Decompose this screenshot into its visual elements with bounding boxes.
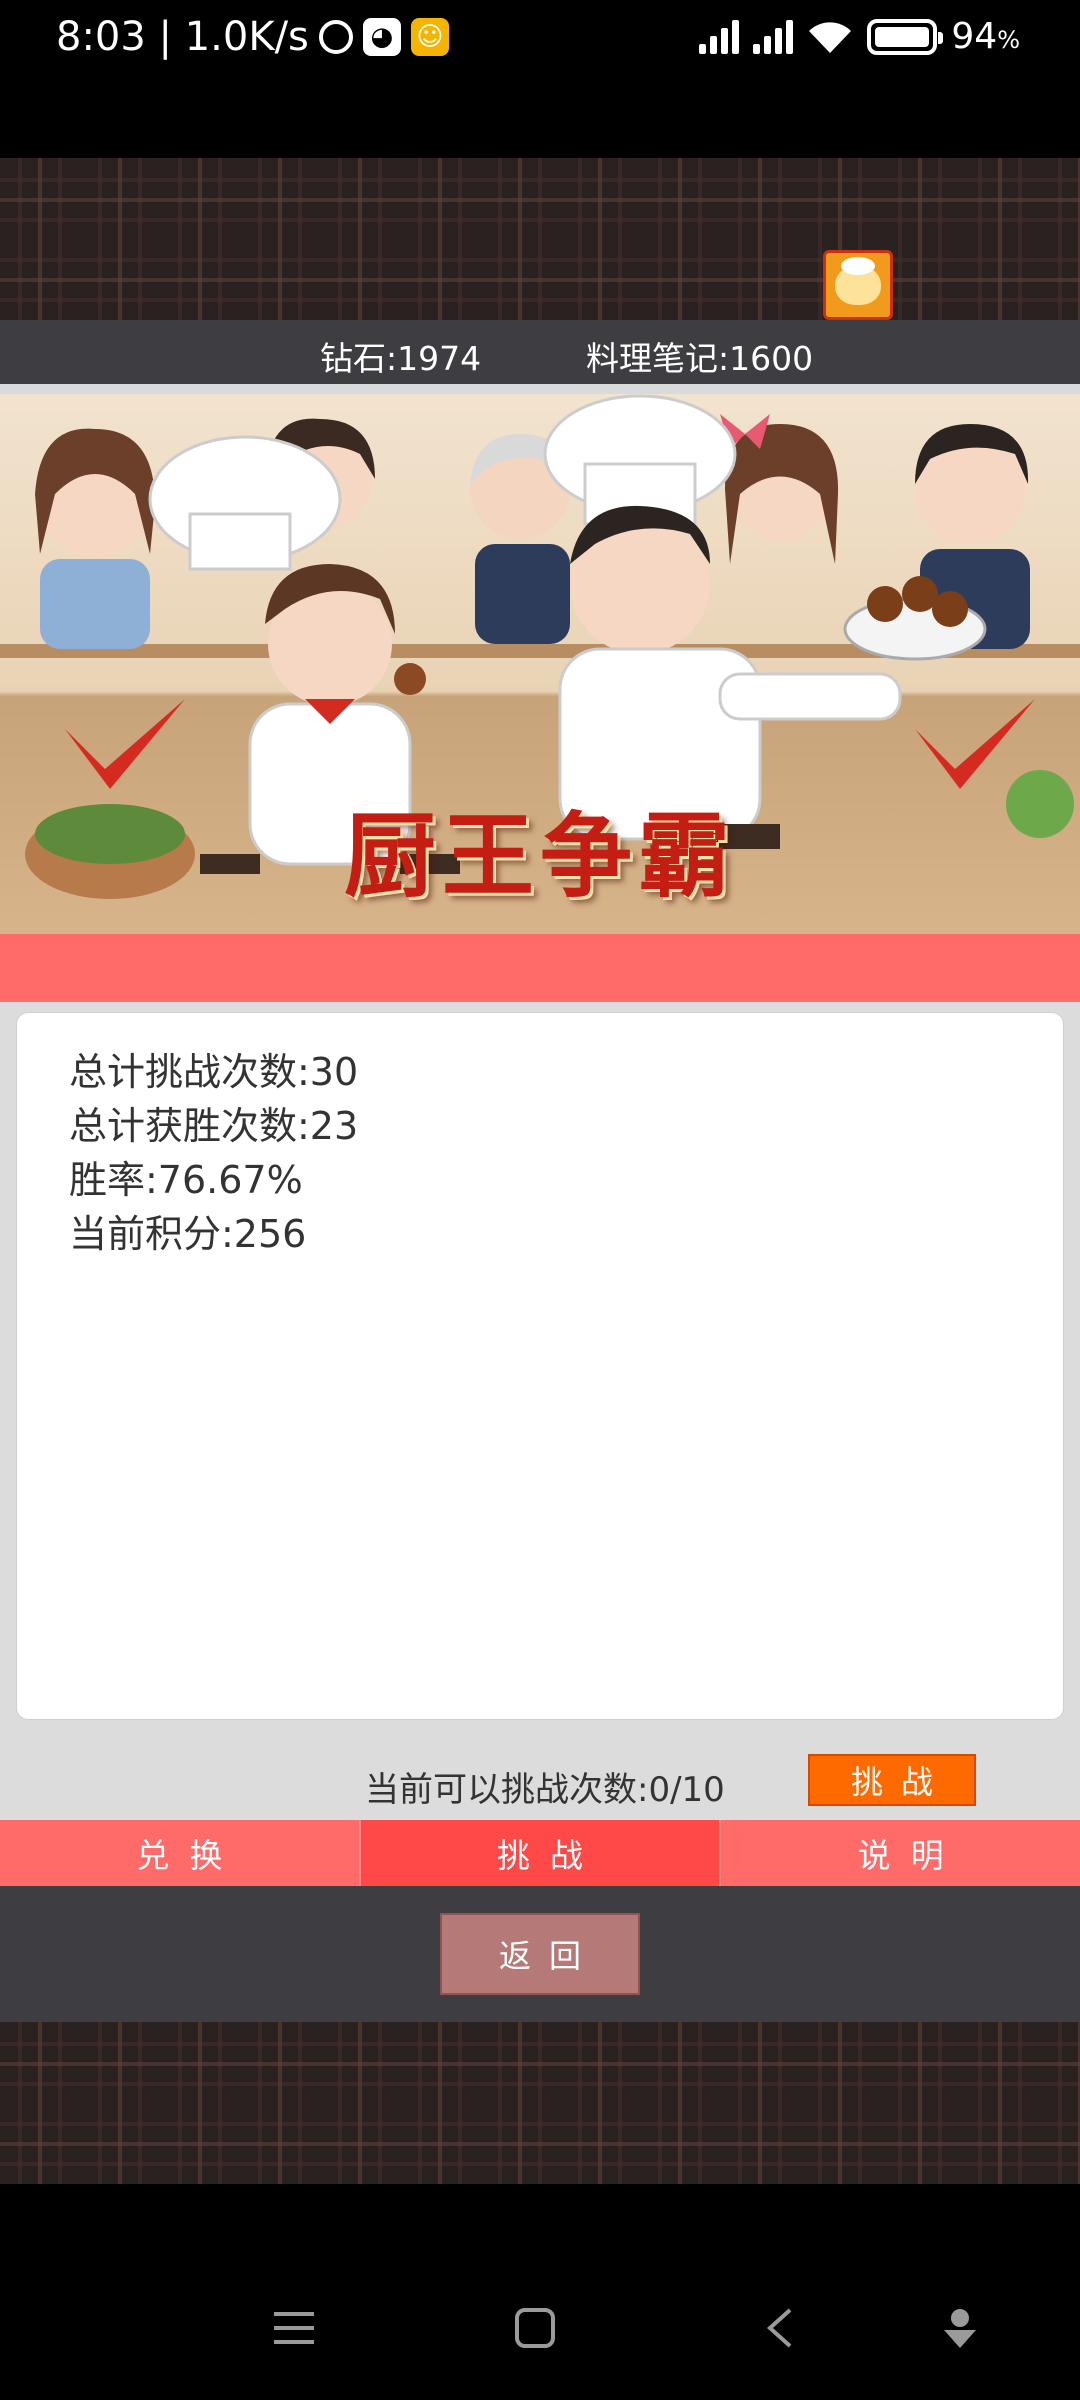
banner-image: 厨王争霸 [0, 394, 1080, 934]
tab-exchange[interactable]: 兑换 [0, 1820, 361, 1886]
stats-card: 总计挑战次数:30 总计获胜次数:23 胜率:76.67% 当前积分:256 [16, 1012, 1064, 1720]
cooking-notes-count: 料理笔记:1600 [586, 339, 814, 378]
banner-title: 厨王争霸 [343, 802, 736, 910]
signal-icon [699, 19, 740, 54]
tab-bar: 兑换 挑战 说明 [0, 1820, 1080, 1886]
diamond-count: 钻石:1974 [320, 339, 482, 378]
footer-pattern [0, 2022, 1080, 2184]
status-bar: 8:03 | 1.0K/s ◕ ☺ 94% [0, 0, 1080, 90]
back-icon[interactable] [750, 2298, 810, 2358]
currency-bar: 钻石:1974 料理笔记:1600 [0, 320, 1080, 384]
assistant-icon[interactable] [930, 2298, 990, 2358]
red-divider [0, 934, 1080, 1002]
back-area: 返回 [0, 1886, 1080, 2022]
rice-bowl-icon[interactable] [823, 250, 893, 320]
status-time: 8:03 | 1.0K/s [56, 14, 309, 60]
content-area: 总计挑战次数:30 总计获胜次数:23 胜率:76.67% 当前积分:256 当… [0, 1002, 1080, 1820]
alarm-icon [318, 20, 353, 54]
tab-instructions[interactable]: 说明 [721, 1820, 1080, 1886]
menu-icon[interactable] [264, 2298, 324, 2358]
qq-icon: ◕ [362, 18, 401, 56]
back-button[interactable]: 返回 [440, 1913, 640, 1995]
battery-icon [867, 18, 944, 55]
total-wins: 总计获胜次数:23 [69, 1104, 359, 1148]
signal-icon [753, 19, 794, 54]
wifi-icon [807, 19, 853, 55]
challenge-button[interactable]: 挑战 [808, 1754, 976, 1806]
header-pattern [0, 158, 1080, 320]
current-points: 当前积分:256 [69, 1212, 307, 1256]
total-challenges: 总计挑战次数:30 [69, 1050, 359, 1094]
challenge-row: 当前可以挑战次数:0/10 挑战 [0, 1750, 1080, 1820]
system-nav-bar [0, 2184, 1080, 2400]
remaining-challenges: 当前可以挑战次数:0/10 [365, 1770, 725, 1810]
tab-challenge[interactable]: 挑战 [360, 1820, 722, 1886]
home-icon[interactable] [505, 2298, 565, 2358]
win-rate: 胜率:76.67% [69, 1158, 303, 1202]
app-icon: ☺ [410, 18, 449, 56]
battery-percent: 94% [951, 16, 1020, 57]
banner: 厨王争霸 [0, 384, 1080, 934]
